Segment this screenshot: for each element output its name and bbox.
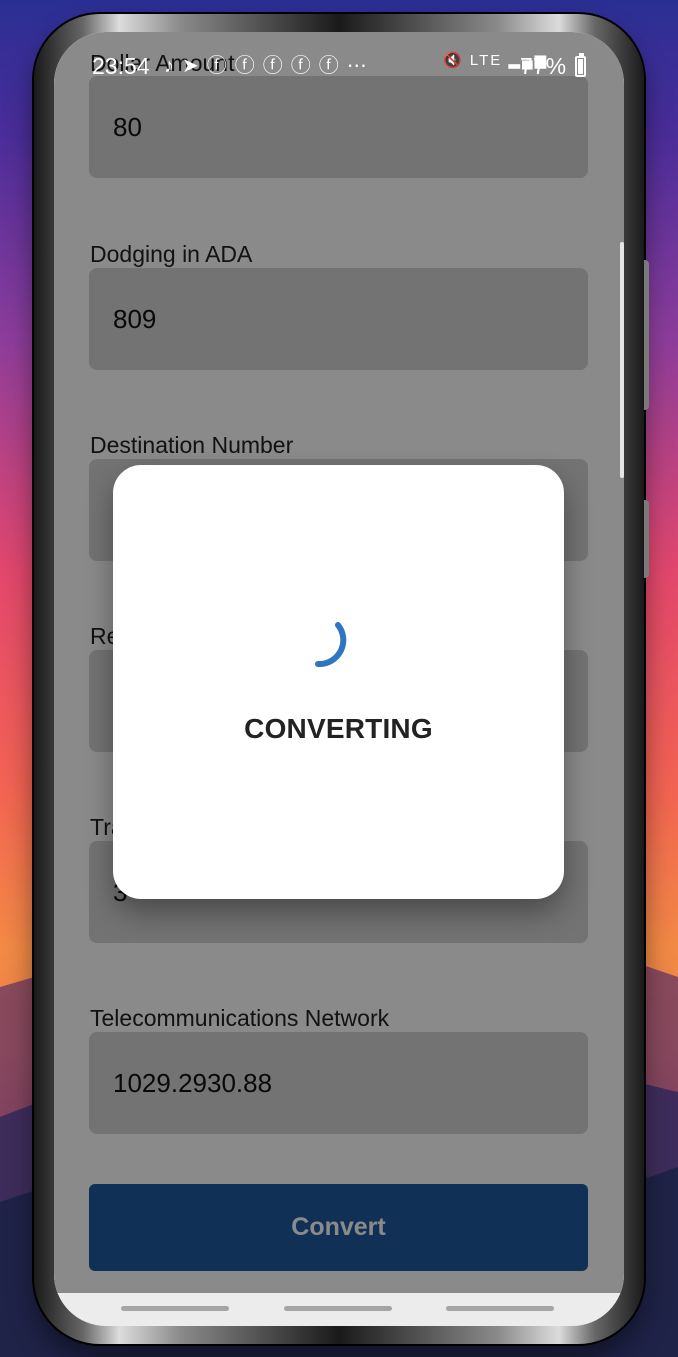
loading-spinner-icon: [315, 622, 347, 668]
volume-button: [644, 260, 649, 410]
battery-icon: [575, 53, 586, 77]
gesture-navigation-bar: [54, 1293, 624, 1326]
mute-icon: 🔇: [443, 52, 464, 69]
lte-icon: LTE: [469, 52, 503, 69]
scrollbar[interactable]: [620, 242, 624, 478]
phone-screen: Dollar Amount 80 Dodging in ADA 809 Dest…: [54, 32, 624, 1326]
more-icon: ⋯: [346, 55, 375, 77]
status-time: 23:54: [92, 53, 150, 79]
facebook-icon: ⓕ: [290, 55, 319, 77]
notification-icons: ♪➤ⓕⓕⓕⓕⓕ⋯: [164, 56, 375, 76]
facebook-icon: ⓕ: [262, 55, 291, 77]
converting-text: CONVERTING: [244, 713, 433, 744]
power-button: [644, 500, 649, 578]
navigation-pill[interactable]: [284, 1306, 392, 1311]
facebook-icon: ⓕ: [206, 55, 235, 77]
phone-frame: Dollar Amount 80 Dodging in ADA 809 Dest…: [34, 14, 649, 1344]
facebook-icon: ⓕ: [318, 55, 347, 77]
navigation-pill[interactable]: [121, 1306, 229, 1311]
facebook-icon: ⓕ: [234, 55, 263, 77]
battery-percent: 77%: [520, 53, 567, 79]
navigation-pill[interactable]: [446, 1306, 554, 1311]
status-bar: 23:54 ♪➤ⓕⓕⓕⓕⓕ⋯ 🔇 LTE ▂▄▆ 77%: [54, 32, 624, 90]
telegram-icon: ➤: [182, 55, 207, 77]
music-icon: ♪: [164, 55, 182, 77]
loading-dialog: CONVERTING: [113, 465, 564, 899]
